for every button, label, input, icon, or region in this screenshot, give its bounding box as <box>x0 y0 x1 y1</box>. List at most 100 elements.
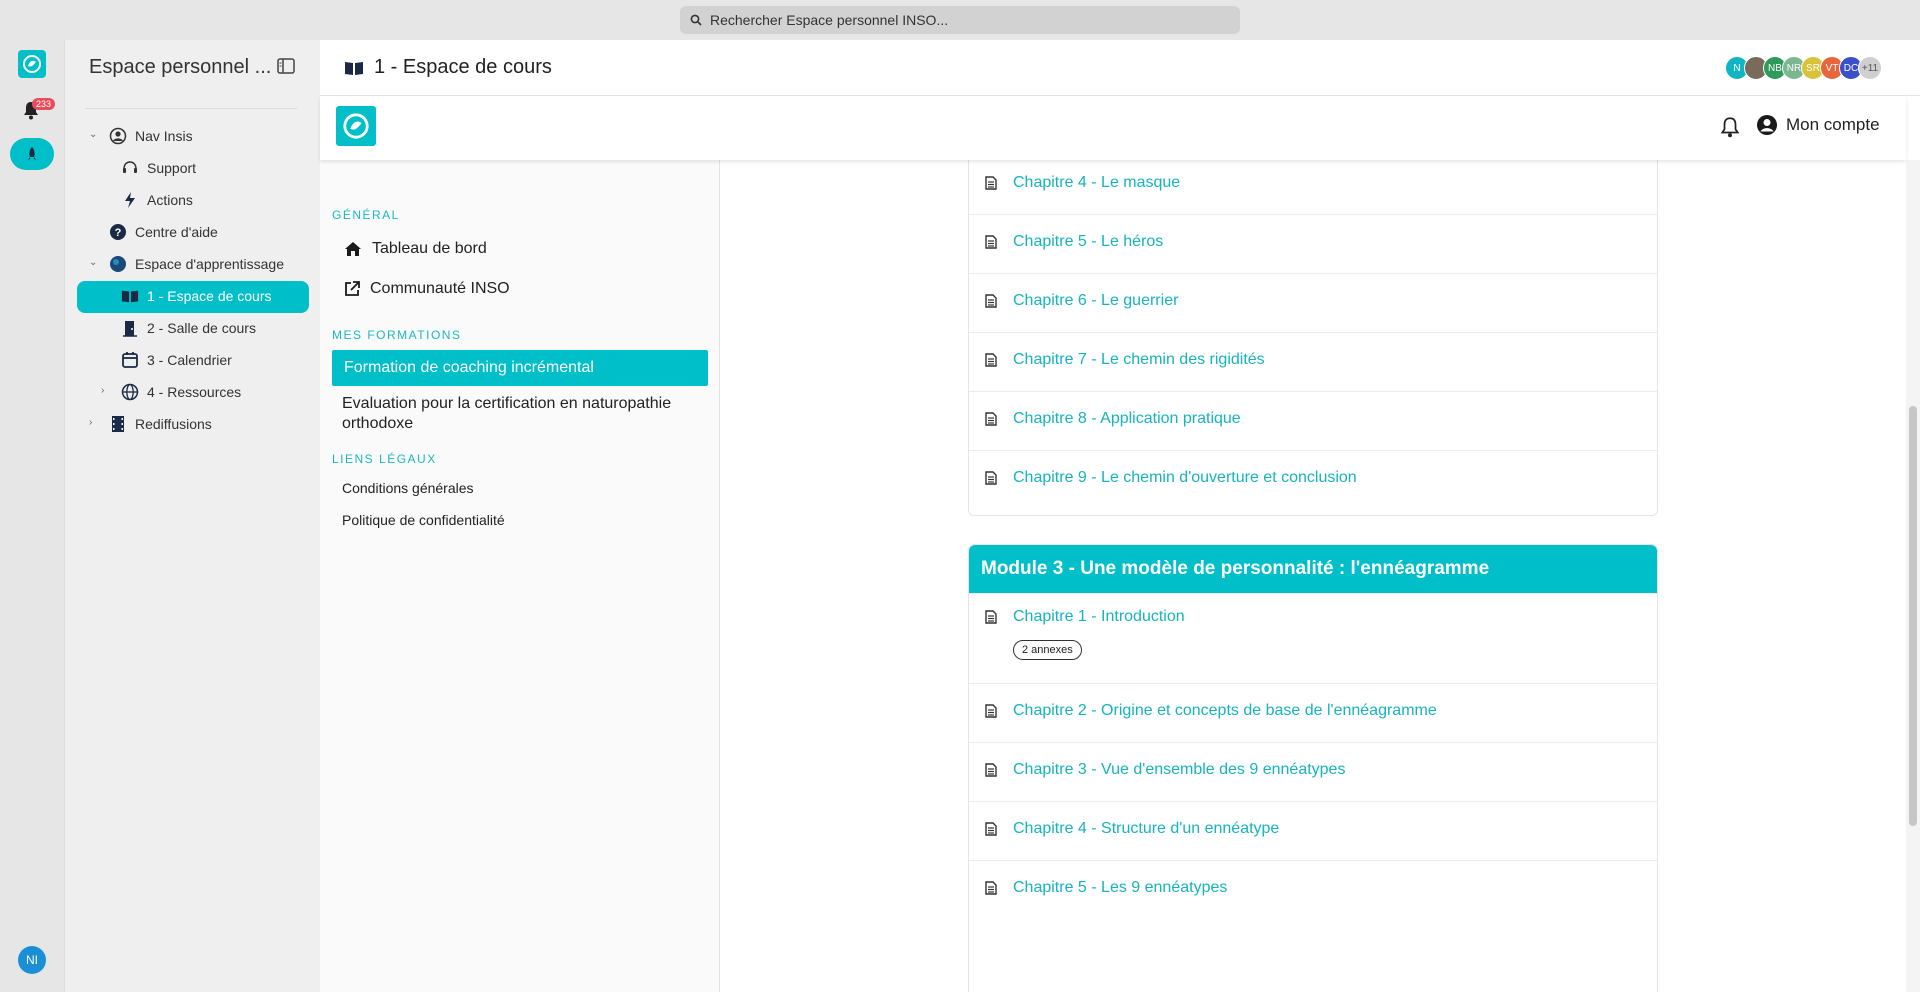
link-privacy[interactable]: Politique de confidentialité <box>342 512 505 528</box>
chapter-link[interactable]: Chapitre 9 - Le chemin d'ouverture et co… <box>1013 469 1357 487</box>
chapter-link[interactable]: Chapitre 7 - Le chemin des rigidités <box>1013 351 1265 369</box>
chapter-link[interactable]: Chapitre 8 - Application pratique <box>1013 410 1241 428</box>
chapter-row[interactable]: Chapitre 4 - Structure d'un ennéatype <box>969 801 1657 860</box>
chapter-row[interactable]: Chapitre 6 - Le guerrier <box>969 273 1657 332</box>
sidebar-item-course-space[interactable]: 1 - Espace de cours <box>121 281 272 311</box>
course-nav: GÉNÉRAL Tableau de bord Communauté INSO … <box>320 160 720 992</box>
sidebar-item-label: Centre d'aide <box>135 224 218 240</box>
external-link-icon <box>345 281 360 296</box>
chevron-down-icon[interactable]: ⌄ <box>89 129 97 140</box>
content-scrollbar[interactable] <box>1906 160 1920 992</box>
chapter-link[interactable]: Chapitre 1 - Introduction <box>1013 608 1185 626</box>
chapter-row[interactable]: Chapitre 3 - Vue d'ensemble des 9 ennéat… <box>969 742 1657 801</box>
course-content: Chapitre 3 - Le crapaudChapitre 4 - Le m… <box>720 160 1906 992</box>
document-icon <box>985 610 997 629</box>
chapter-link[interactable]: Chapitre 6 - Le guerrier <box>1013 292 1178 310</box>
headset-icon <box>121 159 139 177</box>
scrollbar-thumb[interactable] <box>1909 406 1917 826</box>
link-terms[interactable]: Conditions générales <box>342 480 474 496</box>
chapter-link[interactable]: Chapitre 4 - Structure d'un ennéatype <box>1013 820 1279 838</box>
chapter-link[interactable]: Chapitre 3 - Vue d'ensemble des 9 ennéat… <box>1013 761 1345 779</box>
sidebar-item-label: 3 - Calendrier <box>147 352 232 368</box>
sidebar-item-label: Support <box>147 160 197 176</box>
formation-item-active[interactable]: Formation de coaching incrémental <box>332 350 708 386</box>
book-open-icon <box>121 287 139 305</box>
search-icon <box>690 14 702 26</box>
chapter-row[interactable]: Chapitre 5 - Les 9 ennéatypes <box>969 860 1657 919</box>
nav-community[interactable]: Communauté INSO <box>332 274 708 304</box>
workspace-title: Espace personnel ... <box>89 56 272 78</box>
globe-badge-icon <box>109 255 127 273</box>
chapter-row[interactable]: Chapitre 4 - Le masque <box>969 160 1657 214</box>
main-window: 1 - Espace de cours N NB NR SR VT DC +11 Mon c… <box>320 40 1920 992</box>
document-icon <box>985 235 997 254</box>
learning-space-button[interactable] <box>10 138 54 170</box>
sidebar-item-classroom[interactable]: 2 - Salle de cours <box>121 313 256 343</box>
chapter-row[interactable]: Chapitre 5 - Le héros <box>969 214 1657 273</box>
site-logo[interactable] <box>336 106 376 146</box>
chevron-down-icon[interactable]: ⌄ <box>89 257 97 268</box>
sidebar-item-learning-space[interactable]: Espace d'apprentissage <box>109 249 284 279</box>
search-input[interactable]: Rechercher Espace personnel INSO... <box>680 6 1240 34</box>
lightning-icon <box>121 191 139 209</box>
rocket-icon <box>28 147 36 160</box>
annex-badge[interactable]: 2 annexes <box>1013 640 1082 660</box>
logo-icon <box>343 113 369 139</box>
section-heading-general: GÉNÉRAL <box>332 208 400 222</box>
document-icon <box>985 763 997 782</box>
module-card: Chapitre 3 - Le crapaudChapitre 4 - Le m… <box>968 160 1658 516</box>
sidebar-item-support[interactable]: Support <box>121 153 196 183</box>
member-avatars[interactable]: N NB NR SR VT DC +11 <box>1725 56 1882 80</box>
page-header: 1 - Espace de cours N NB NR SR VT DC +11 <box>320 40 1920 96</box>
help-icon: ? <box>109 223 127 241</box>
sidebar: Espace personnel ... ⌄ Nav Insis Support… <box>64 40 320 992</box>
notifications-bell-icon[interactable] <box>1720 116 1740 143</box>
sidebar-item-resources[interactable]: 4 - Ressources <box>121 377 241 407</box>
chapter-row[interactable]: Chapitre 8 - Application pratique <box>969 391 1657 450</box>
document-icon <box>985 822 997 841</box>
sidebar-item-label: 2 - Salle de cours <box>147 320 256 336</box>
workspace-logo[interactable] <box>18 50 46 78</box>
sidebar-item-calendar[interactable]: 3 - Calendrier <box>121 345 232 375</box>
sidebar-item-actions[interactable]: Actions <box>121 185 193 215</box>
user-avatar[interactable]: NI <box>18 946 46 974</box>
nav-dashboard[interactable]: Tableau de bord <box>332 234 708 264</box>
app-rail: 233 NI <box>0 40 64 992</box>
search-placeholder: Rechercher Espace personnel INSO... <box>710 12 949 28</box>
chapter-row[interactable]: Chapitre 2 - Origine et concepts de base… <box>969 683 1657 742</box>
chapter-link[interactable]: Chapitre 5 - Le héros <box>1013 233 1163 251</box>
door-icon <box>121 319 139 337</box>
member-avatar[interactable]: +11 <box>1858 56 1882 80</box>
sidebar-item-help-center[interactable]: ? Centre d'aide <box>109 217 218 247</box>
module-title[interactable]: Module 3 - Une modèle de personnalité : … <box>969 545 1657 593</box>
sidebar-item-label: Rediffusions <box>135 416 212 432</box>
chapter-row[interactable]: Chapitre 7 - Le chemin des rigidités <box>969 332 1657 391</box>
sidebar-item-label: 1 - Espace de cours <box>147 288 272 304</box>
sidebar-item-label: Actions <box>147 192 193 208</box>
sidebar-divider <box>85 108 297 109</box>
film-icon <box>109 415 127 433</box>
chapter-link[interactable]: Chapitre 4 - Le masque <box>1013 174 1180 192</box>
page-title-text: 1 - Espace de cours <box>374 56 552 78</box>
chevron-right-icon[interactable]: › <box>89 417 92 428</box>
document-icon <box>985 471 997 490</box>
user-circle-icon <box>109 127 127 145</box>
sidebar-item-nav-insis[interactable]: Nav Insis <box>109 121 193 151</box>
sidebar-item-label: Espace d'apprentissage <box>135 256 284 272</box>
chevron-right-icon[interactable]: › <box>101 385 104 396</box>
document-icon <box>985 176 997 195</box>
chapter-link[interactable]: Chapitre 2 - Origine et concepts de base… <box>1013 702 1437 720</box>
notification-count-badge: 233 <box>32 98 56 110</box>
formation-item[interactable]: Evaluation pour la certification en natu… <box>342 394 702 434</box>
chapter-row[interactable]: Chapitre 1 - Introduction 2 annexes <box>969 593 1657 683</box>
sidebar-toggle-icon[interactable] <box>277 58 295 79</box>
chapter-row[interactable]: Chapitre 9 - Le chemin d'ouverture et co… <box>969 450 1657 509</box>
module-card: Module 3 - Une modèle de personnalité : … <box>968 544 1658 992</box>
sidebar-item-replays[interactable]: Rediffusions <box>109 409 212 439</box>
top-bar: Rechercher Espace personnel INSO... <box>0 0 1920 40</box>
page-title: 1 - Espace de cours <box>344 56 552 79</box>
book-open-icon <box>345 61 363 75</box>
section-heading-formations: MES FORMATIONS <box>332 328 462 342</box>
account-menu[interactable]: Mon compte <box>1756 114 1880 136</box>
chapter-link[interactable]: Chapitre 5 - Les 9 ennéatypes <box>1013 879 1227 897</box>
